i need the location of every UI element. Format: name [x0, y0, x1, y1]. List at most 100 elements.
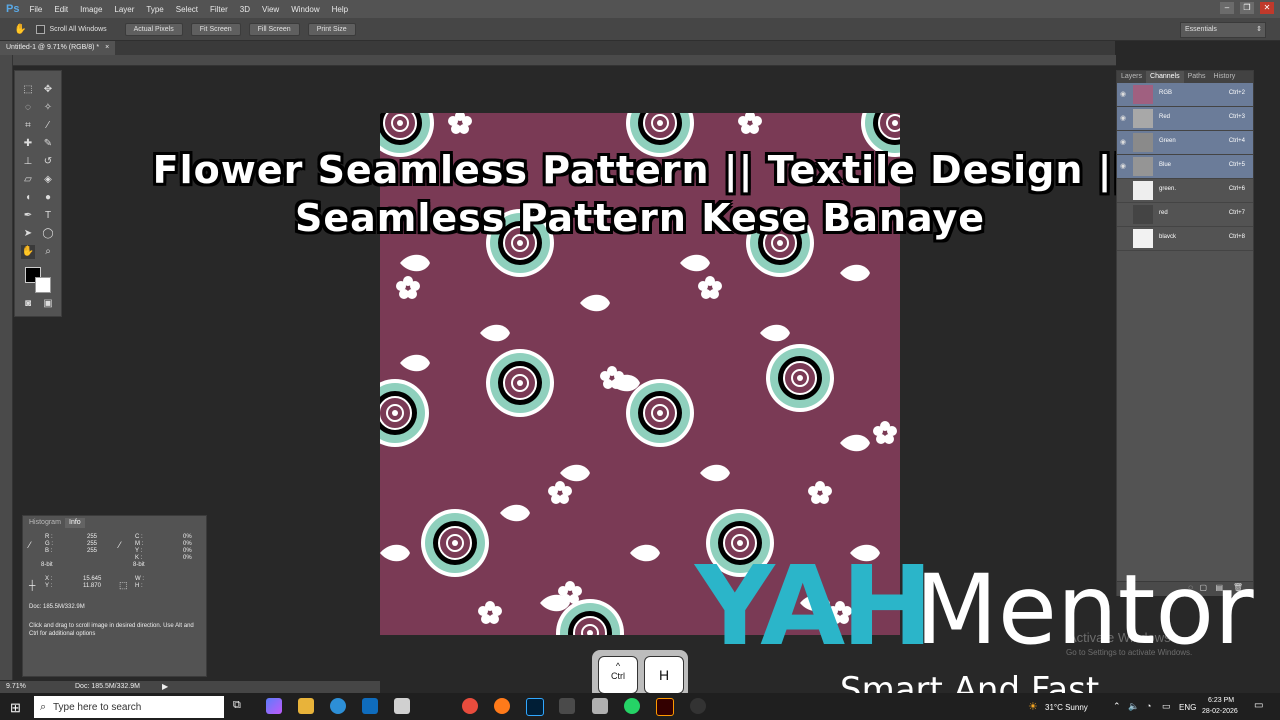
menu-filter[interactable]: Filter [210, 5, 228, 14]
menu-type[interactable]: Type [146, 5, 163, 14]
menu-layer[interactable]: Layer [114, 5, 134, 14]
channel-row-green-alpha[interactable]: green. Ctrl+6 [1117, 179, 1253, 203]
copilot-icon[interactable] [266, 698, 282, 714]
outlook-icon[interactable] [362, 698, 378, 714]
eye-icon[interactable]: ◉ [1120, 138, 1128, 146]
eyedropper-icon[interactable]: ⁄ [41, 119, 55, 133]
chrome-icon[interactable] [462, 698, 478, 714]
menu-image[interactable]: Image [80, 5, 102, 14]
whatsapp-icon[interactable] [624, 698, 640, 714]
background-color-swatch[interactable] [35, 277, 51, 293]
tab-channels[interactable]: Channels [1146, 71, 1184, 83]
windows-start-icon[interactable]: ⊞ [10, 700, 21, 716]
tab-paths[interactable]: Paths [1184, 71, 1210, 83]
restore-icon[interactable]: ❐ [1240, 2, 1254, 14]
channel-shortcut: Ctrl+3 [1228, 114, 1245, 120]
channel-shortcut: Ctrl+4 [1228, 138, 1245, 144]
photoshop-logo: Ps [6, 3, 20, 15]
brand-yah: YAH [695, 542, 933, 670]
channel-row-green[interactable]: ◉ Green Ctrl+4 [1117, 131, 1253, 155]
scroll-all-windows-checkbox[interactable] [36, 24, 46, 34]
weather-text[interactable]: 31°C Sunny [1045, 703, 1088, 712]
menu-view[interactable]: View [262, 5, 279, 14]
minimize-icon[interactable]: – [1220, 2, 1234, 14]
info-value-m: 0% [183, 541, 192, 547]
info-label-g: G : [45, 541, 54, 547]
menu-edit[interactable]: Edit [54, 5, 68, 14]
file-explorer-icon[interactable] [298, 698, 314, 714]
fill-screen-button[interactable]: Fill Screen [248, 22, 300, 36]
video-title-line-1: Flower Seamless Pattern || Textile Desig… [152, 148, 1128, 192]
channel-row-red[interactable]: ◉ Red Ctrl+3 [1117, 107, 1253, 131]
window-switcher-icon[interactable] [559, 698, 575, 714]
firefox-icon[interactable] [494, 698, 510, 714]
magic-wand-icon[interactable]: ✧ [41, 101, 55, 115]
eye-icon[interactable]: ◉ [1120, 114, 1128, 122]
video-title-line-2: Seamless Pattern Kese Banaye [294, 196, 986, 240]
edge-icon[interactable] [330, 698, 346, 714]
marquee-tool-icon[interactable]: ⬚ [21, 83, 35, 97]
notification-icon[interactable]: ▭ [1254, 700, 1263, 711]
battery-icon[interactable]: ▭ [1162, 701, 1171, 712]
channel-name: blavck [1159, 234, 1177, 240]
zoom-level[interactable]: 9.71% [6, 683, 26, 690]
photoshop-taskbar-icon[interactable] [526, 698, 544, 716]
menu-window[interactable]: Window [291, 5, 319, 14]
store-icon[interactable] [394, 698, 410, 714]
eye-icon[interactable]: ◉ [1120, 90, 1128, 98]
clock-time[interactable]: 6:23 PM [1208, 697, 1234, 704]
language-indicator[interactable]: ENG [1179, 703, 1196, 712]
menu-3d[interactable]: 3D [240, 5, 250, 14]
tray-chevron-icon[interactable]: ⌃ [1113, 701, 1121, 712]
network-app-icon[interactable] [592, 698, 608, 714]
fit-screen-button[interactable]: Fit Screen [190, 22, 241, 36]
status-arrow-icon[interactable]: ▶ [162, 682, 168, 691]
close-tab-icon[interactable]: × [105, 44, 109, 51]
channel-thumbnail [1133, 109, 1153, 128]
menu-select[interactable]: Select [176, 5, 198, 14]
channel-row-rgb[interactable]: ◉ RGB Ctrl+2 [1117, 83, 1253, 107]
actual-pixels-button[interactable]: Actual Pixels [124, 22, 183, 36]
lasso-tool-icon[interactable]: ◌ [21, 101, 35, 115]
channel-thumbnail [1133, 157, 1153, 176]
channel-shortcut: Ctrl+7 [1228, 210, 1245, 216]
network-icon[interactable]: ◔ [1146, 701, 1151, 711]
info-value-x: 15.645 [83, 576, 102, 582]
ctrl-caret: ^ [615, 661, 621, 671]
illustrator-icon[interactable] [656, 698, 674, 716]
crop-tool-icon[interactable]: ⌗ [21, 119, 35, 133]
bit-depth-right: 8-bit [133, 562, 145, 568]
document-tab[interactable]: Untitled-1 @ 9.71% (RGB/8) * × [0, 41, 116, 55]
tab-histogram[interactable]: Histogram [25, 518, 65, 528]
hand-tool-icon[interactable]: ✋ [21, 245, 35, 259]
menu-help[interactable]: Help [332, 5, 348, 14]
channel-row-red-alpha[interactable]: red Ctrl+7 [1117, 203, 1253, 227]
quick-mask-icon[interactable]: ◙ [21, 297, 35, 311]
channel-shortcut: Ctrl+8 [1228, 234, 1245, 240]
eye-icon[interactable]: ◉ [1120, 162, 1128, 170]
channel-row-blue[interactable]: ◉ Blue Ctrl+5 [1117, 155, 1253, 179]
taskbar-search[interactable]: ⌕ Type here to search [34, 696, 224, 718]
channel-row-blavck[interactable]: blavck Ctrl+8 [1117, 227, 1253, 251]
workspace-select[interactable]: Essentials ⇕ [1180, 22, 1266, 38]
menu-file[interactable]: File [29, 5, 42, 14]
channel-name: Green [1159, 138, 1176, 144]
channels-panel: Layers Channels Paths History ◉ RGB Ctrl… [1116, 70, 1254, 596]
obs-icon[interactable] [690, 698, 706, 714]
print-size-button[interactable]: Print Size [307, 22, 356, 36]
tool-hint: Click and drag to scroll image in desire… [29, 623, 194, 637]
channel-name: RGB [1159, 90, 1173, 96]
screen-mode-icon[interactable]: ▣ [41, 297, 55, 311]
task-view-icon[interactable]: ⧉ [233, 699, 241, 712]
info-label-h: H : [135, 583, 143, 589]
tab-info[interactable]: Info [65, 518, 85, 528]
tab-history[interactable]: History [1210, 71, 1240, 83]
move-tool-icon[interactable]: ✥ [41, 83, 55, 97]
volume-icon[interactable]: 🔈 [1128, 701, 1139, 712]
brand-mentor: Mentor [915, 554, 1254, 666]
close-icon[interactable]: ✕ [1260, 2, 1274, 14]
hand-tool-icon[interactable]: ✋ [14, 24, 26, 35]
clock-date[interactable]: 28-02-2026 [1202, 708, 1238, 715]
zoom-tool-icon[interactable]: ⌕ [41, 245, 55, 259]
tab-layers[interactable]: Layers [1117, 71, 1146, 83]
